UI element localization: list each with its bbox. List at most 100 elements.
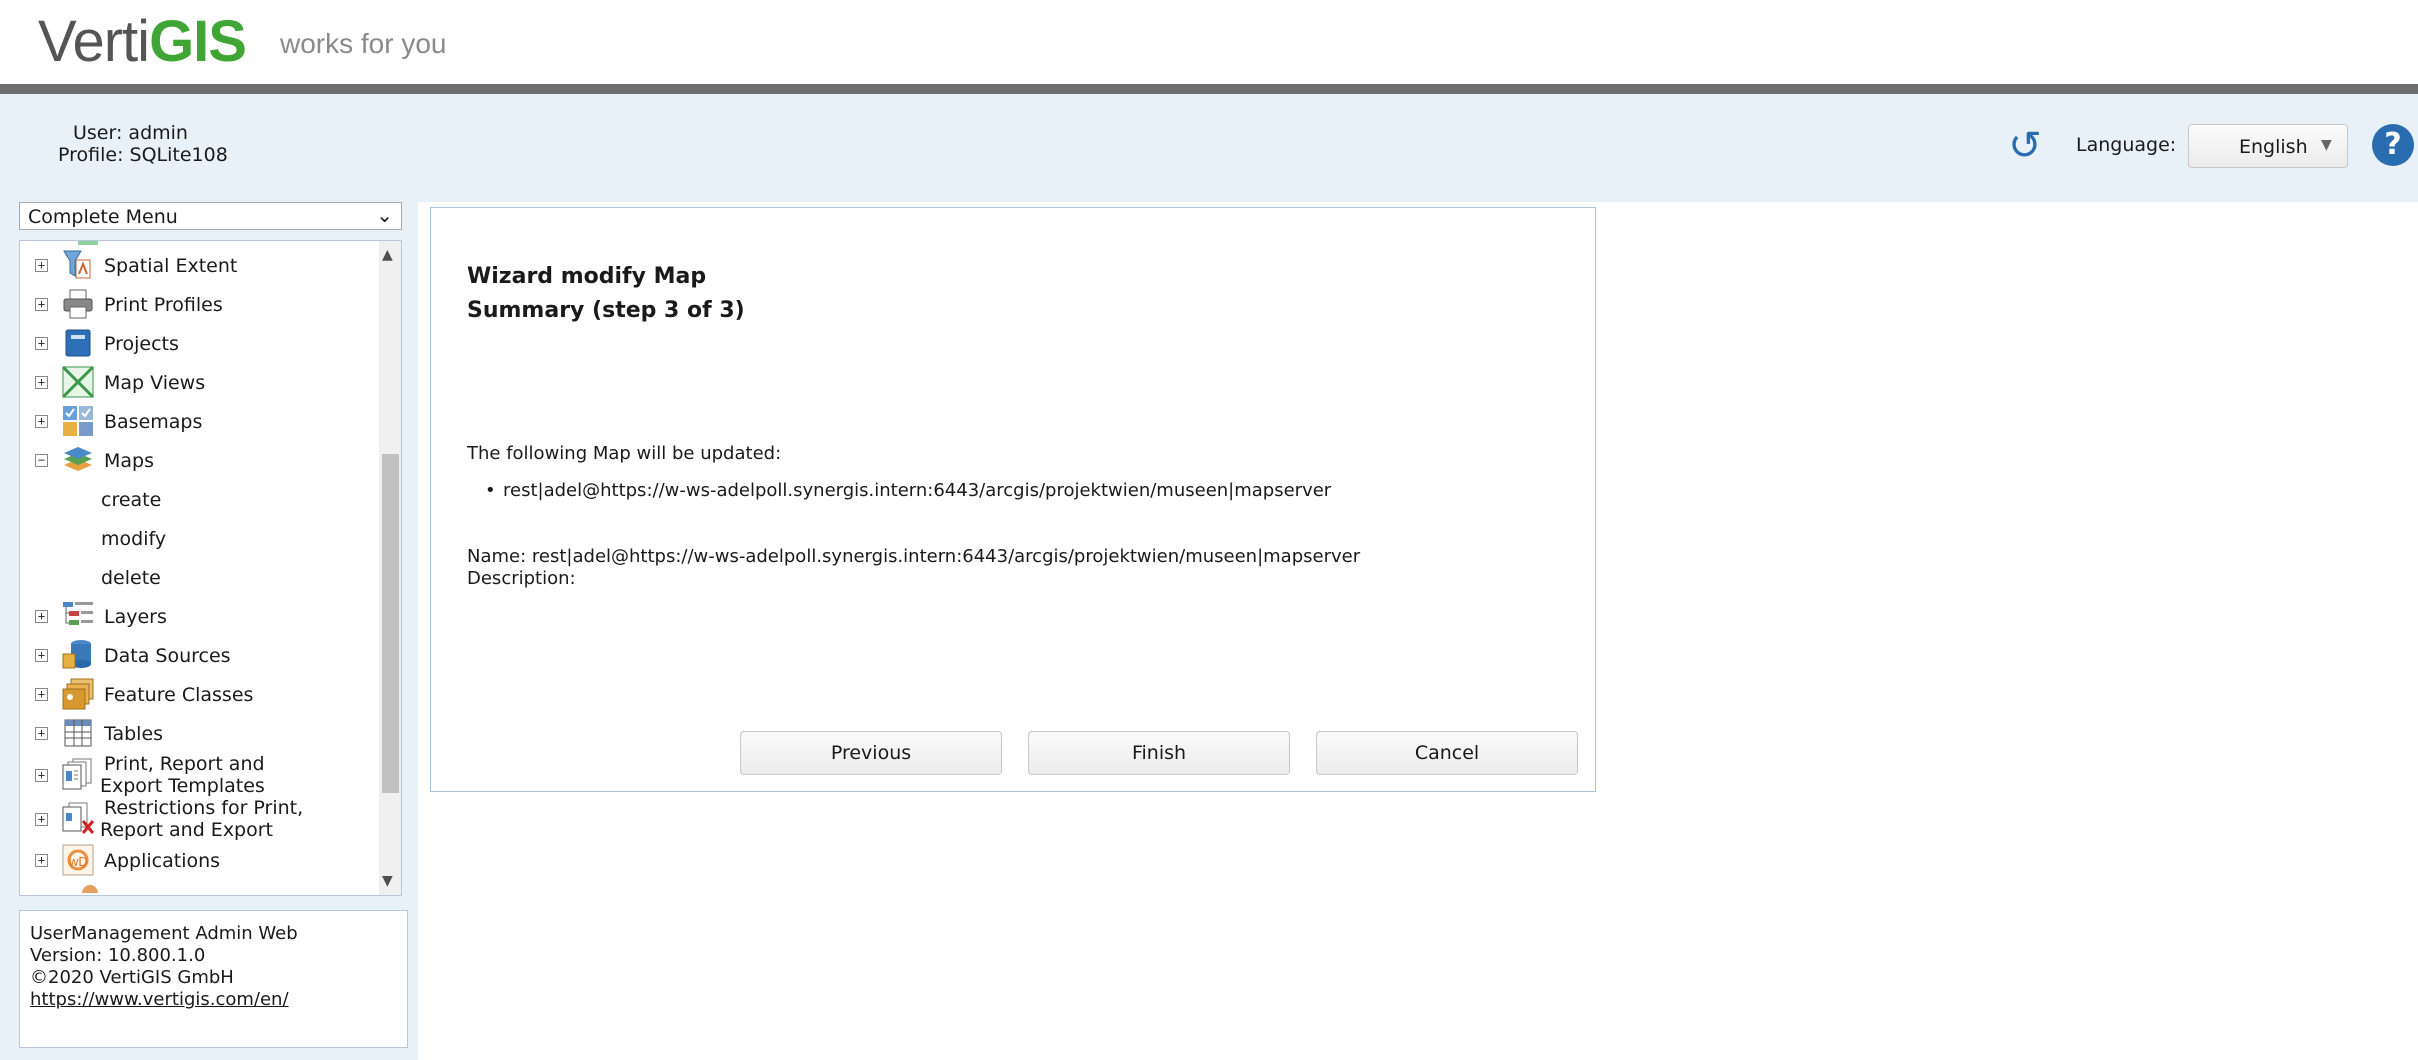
tree-item-layers[interactable]: + Layers [20, 597, 380, 635]
refresh-icon[interactable]: ↺ [2003, 124, 2047, 168]
tree-item-label: Print Profiles [104, 294, 223, 316]
description-label: Description: [467, 568, 576, 589]
tree-child-label: modify [101, 528, 167, 550]
map-item: rest|adel@https://w-ws-adelpoll.synergis… [503, 480, 1332, 501]
vertigis-link[interactable]: https://www.vertigis.com/en/ [30, 989, 289, 1010]
finish-button[interactable]: Finish [1028, 731, 1290, 775]
expand-icon[interactable]: + [35, 854, 48, 867]
layer-icon [63, 602, 93, 625]
tree-item-applications[interactable]: + wD Applications [20, 841, 380, 879]
tree-item-label: Map Views [104, 372, 206, 394]
wizard-step: Summary (step 3 of 3) [467, 298, 745, 323]
expand-icon[interactable]: + [35, 337, 48, 350]
chevron-down-icon: ⌄ [376, 203, 393, 227]
menu-select-value: Complete Menu [28, 206, 178, 228]
tree-item-maps-modify[interactable]: modify [20, 519, 380, 557]
language-label: Language: [2076, 134, 2177, 156]
chevron-down-icon: ▼ [2321, 137, 2332, 153]
about-copyright: ©2020 VertiGIS GmbH [30, 967, 234, 988]
tree-child-label: delete [101, 567, 161, 589]
language-value: English [2239, 136, 2308, 158]
spatial-extent-icon [63, 250, 91, 279]
info-bar: User: admin Profile: SQLite108 ↺ Languag… [0, 94, 2418, 202]
tagline: works for you [280, 28, 447, 59]
cancel-button[interactable]: Cancel [1316, 731, 1578, 775]
user-label: User: [73, 122, 123, 144]
tree-item-label: Restrictions for Print, Report and Expor… [100, 797, 303, 841]
table-icon [64, 719, 92, 747]
tree-item-feature-classes[interactable]: + Feature Classes [20, 675, 380, 713]
svg-text:wD: wD [68, 854, 88, 869]
scrollbar-thumb[interactable] [382, 454, 399, 793]
tree-item-restrictions[interactable]: + Restrictions for Print, Report and Exp… [20, 797, 380, 841]
menu-select[interactable]: Complete Menu ⌄ [19, 202, 402, 230]
wizard-title: Wizard modify Map Summary (step 3 of 3) [467, 260, 745, 328]
expand-icon[interactable]: + [35, 610, 48, 623]
top-bar: VertiGIS works for you [0, 0, 2418, 84]
left-panel: Complete Menu ⌄ + Spatial Extent + Print… [0, 202, 418, 1060]
collapse-icon[interactable]: − [35, 454, 48, 467]
name-value: rest|adel@https://w-ws-adelpoll.synergis… [531, 546, 1361, 567]
expand-icon[interactable]: + [35, 376, 48, 389]
tree-item-label: Feature Classes [104, 684, 254, 706]
printer-icon [63, 289, 93, 319]
tree-item-print-report-templates[interactable]: + Print, Report and Export Templates [20, 753, 380, 797]
tree-item-projects[interactable]: + Projects [20, 324, 380, 362]
tree-item-data-sources[interactable]: + Data Sources [20, 636, 380, 674]
expand-icon[interactable]: + [35, 769, 48, 782]
logo-text-gis: GIS [149, 9, 247, 74]
expand-icon[interactable]: + [35, 298, 48, 311]
tree-item-map-views[interactable]: + Map Views [20, 363, 380, 401]
divider-bar [0, 84, 2418, 94]
scroll-up-icon[interactable]: ▲ [382, 247, 393, 263]
tree-item-spatial-extent[interactable]: + Spatial Extent [20, 246, 380, 284]
tree-child-label: create [101, 489, 162, 511]
map-layers-icon [64, 447, 92, 471]
profile-label: Profile: [58, 144, 124, 166]
application-icon: wD [62, 844, 94, 876]
logo-text-verti: Verti [38, 9, 150, 74]
wizard-heading: Wizard modify Map [467, 264, 707, 289]
expand-icon[interactable]: + [35, 259, 48, 272]
tree-item-basemaps[interactable]: + Basemaps [20, 402, 380, 440]
menu-tree[interactable]: + Spatial Extent + Print Profiles + Proj… [19, 240, 402, 896]
expand-icon[interactable]: + [35, 649, 48, 662]
project-icon [65, 329, 91, 357]
tree-item-tables[interactable]: + Tables [20, 714, 380, 752]
about-box: UserManagement Admin Web Version: 10.800… [19, 910, 408, 1048]
tree-item-maps[interactable]: − Maps [20, 441, 380, 479]
tree-item-label: Basemaps [104, 411, 203, 433]
wizard-intro: The following Map will be updated: [467, 443, 782, 464]
list-item: • rest|adel@https://w-ws-adelpoll.synerg… [485, 480, 1332, 501]
database-icon [62, 640, 91, 669]
tree-item-label: Layers [104, 606, 167, 628]
tree-item-label: Maps [104, 450, 154, 472]
tree-item-maps-delete[interactable]: delete [20, 558, 380, 596]
template-icon [62, 758, 92, 790]
tree-item-label: Data Sources [104, 645, 231, 667]
basemap-icon [63, 406, 93, 436]
vertigis-logo: VertiGIS [38, 8, 247, 75]
expand-icon[interactable]: + [35, 727, 48, 740]
tree-item-label: Spatial Extent [104, 255, 238, 277]
about-app-name: UserManagement Admin Web [30, 923, 298, 944]
profile-value: SQLite108 [129, 144, 228, 166]
tree-item-maps-create[interactable]: create [20, 480, 380, 518]
help-icon[interactable]: ? [2372, 124, 2414, 166]
bullet-icon: • [485, 480, 496, 501]
language-select[interactable]: English ▼ [2188, 124, 2348, 168]
tree-item-label-line2: Export Templates [100, 775, 265, 797]
map-view-icon [61, 365, 95, 399]
wizard-panel: Wizard modify Map Summary (step 3 of 3) … [430, 207, 1596, 792]
feature-class-icon [62, 678, 94, 710]
user-value: admin [128, 122, 188, 144]
previous-button[interactable]: Previous [740, 731, 1002, 775]
expand-icon[interactable]: + [35, 813, 48, 826]
tree-item-label: Print, Report and Export Templates [100, 753, 265, 797]
tree-item-print-profiles[interactable]: + Print Profiles [20, 285, 380, 323]
wizard-details: Name: rest|adel@https://w-ws-adelpoll.sy… [467, 546, 1360, 590]
restriction-icon [62, 802, 95, 834]
expand-icon[interactable]: + [35, 688, 48, 701]
expand-icon[interactable]: + [35, 415, 48, 428]
scroll-down-icon[interactable]: ▼ [382, 873, 393, 889]
